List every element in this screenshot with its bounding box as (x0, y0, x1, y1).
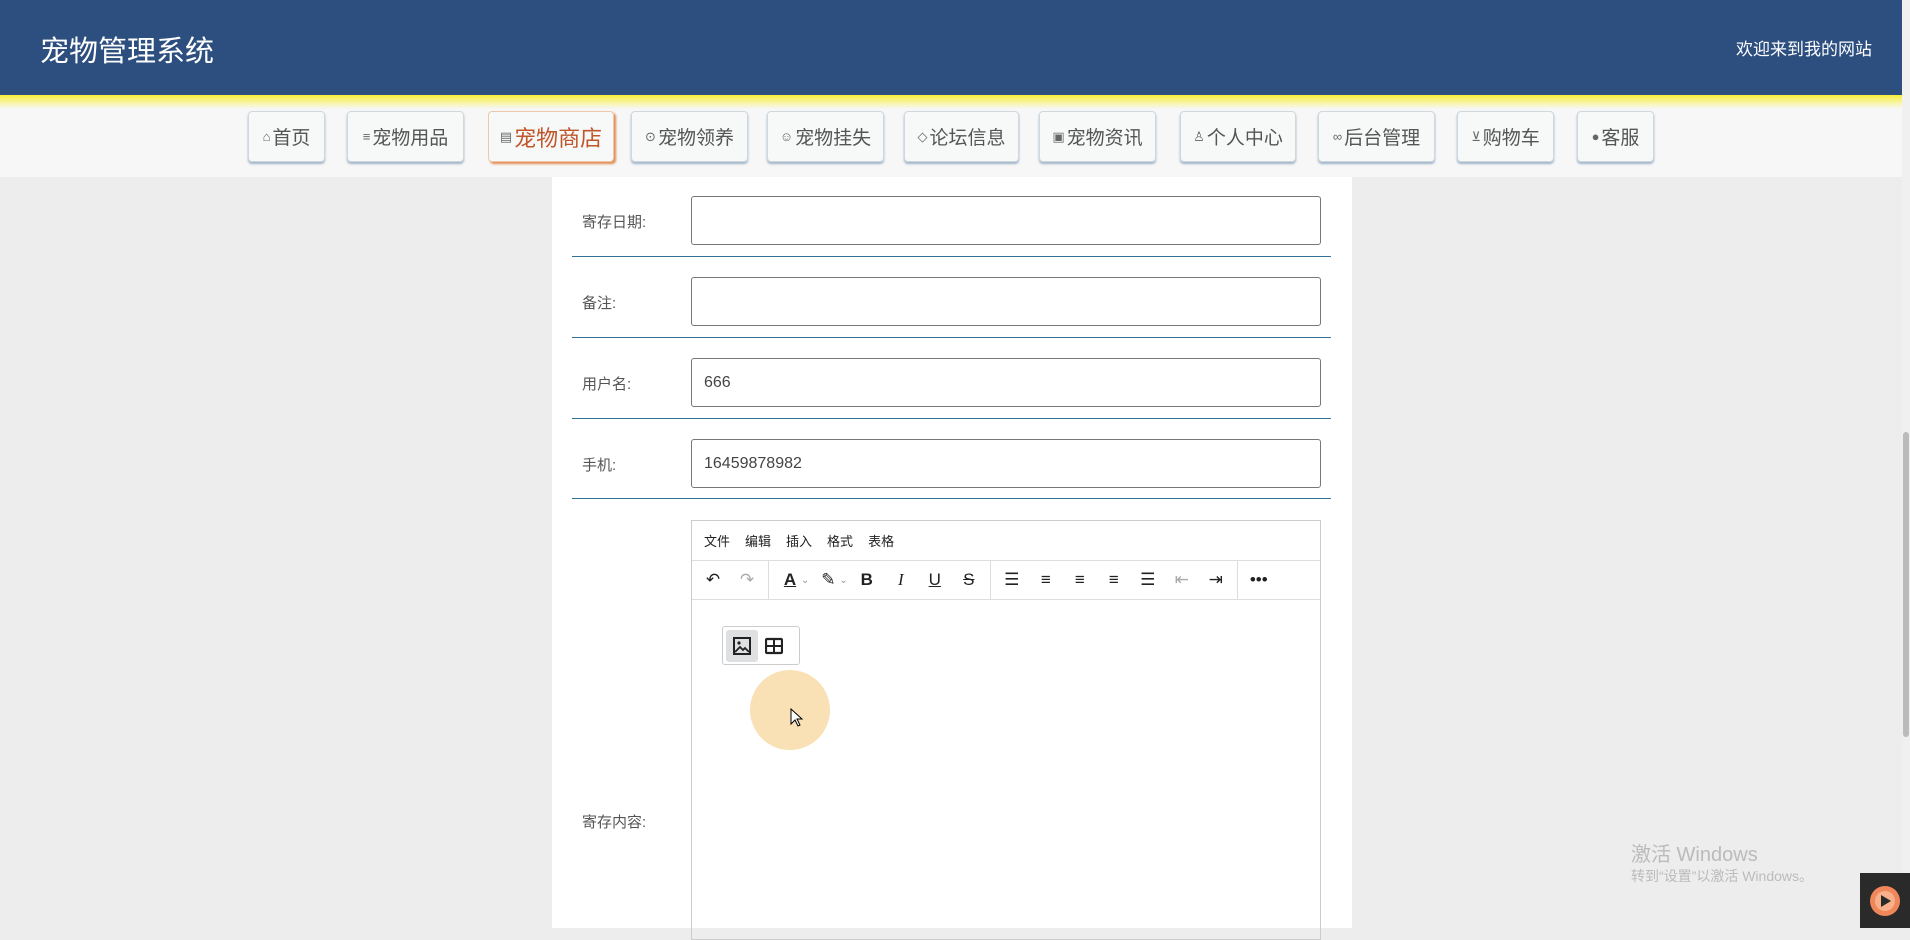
nav-label: 首页 (272, 128, 311, 149)
cart-icon: ⊻ (1471, 128, 1481, 144)
quick-insert-popup (722, 626, 800, 665)
scrollbar-thumb[interactable] (1903, 432, 1909, 737)
mouse-cursor-icon (790, 707, 804, 733)
editor-menubar: 文件 编辑 插入 格式 表格 (692, 521, 1320, 561)
line-height-icon[interactable]: ☰ (995, 565, 1029, 595)
bold-icon[interactable]: B (850, 565, 884, 595)
nav-label: 个人中心 (1206, 128, 1283, 149)
nav-label: 宠物商店 (514, 125, 603, 151)
phone-input[interactable]: 16459878982 (691, 439, 1321, 488)
welcome-text: 欢迎来到我的网站 (1736, 40, 1872, 59)
form-panel: 寄存日期: 备注: 用户名: 666 手机: 16459878982 寄存内容:… (552, 177, 1352, 940)
home-icon: ⌂ (262, 129, 271, 144)
note-input[interactable] (691, 277, 1321, 326)
nav-personal-center[interactable]: ♙ 个人中心 (1180, 111, 1296, 162)
shop-icon: ▤ (499, 128, 513, 144)
indent-icon[interactable]: ⇥ (1199, 565, 1233, 595)
username-label: 用户名: (582, 376, 632, 393)
align-left-icon[interactable]: ≡ (1029, 565, 1063, 595)
nav-pet-shop[interactable]: ▤ 宠物商店 (488, 111, 614, 162)
italic-icon[interactable]: I (884, 565, 918, 595)
menu-insert[interactable]: 插入 (786, 531, 812, 550)
nav-label: 后台管理 (1344, 128, 1421, 149)
nav-label: 购物车 (1482, 128, 1540, 149)
menu-format[interactable]: 格式 (827, 531, 853, 550)
chat-icon: ● (1591, 129, 1600, 144)
menu-file[interactable]: 文件 (704, 531, 730, 550)
link-icon: ∞ (1332, 129, 1343, 144)
sliders-icon: ≡ (362, 129, 371, 144)
recorder-app-icon[interactable] (1860, 873, 1910, 928)
content-label: 寄存内容: (582, 814, 647, 831)
undo-icon[interactable]: ↶ (696, 565, 730, 595)
nav-cart[interactable]: ⊻ 购物车 (1457, 111, 1554, 162)
page-scrollbar[interactable] (1902, 0, 1910, 928)
header-accent-strip (0, 95, 1910, 109)
nav-label: 宠物领养 (657, 128, 734, 149)
nav-label: 客服 (1601, 128, 1640, 149)
nav-label: 宠物用品 (372, 128, 449, 149)
outdent-icon[interactable]: ⇤ (1165, 565, 1199, 595)
news-icon: ▣ (1052, 128, 1065, 144)
nav-label: 论坛信息 (929, 128, 1006, 149)
date-input[interactable] (691, 196, 1321, 245)
menu-table[interactable]: 表格 (868, 531, 894, 550)
align-center-icon[interactable]: ≡ (1063, 565, 1097, 595)
chevron-down-icon[interactable]: ⌄ (839, 575, 847, 586)
menu-edit[interactable]: 编辑 (745, 531, 771, 550)
underline-icon[interactable]: U (918, 565, 952, 595)
activation-watermark-text: 转到“设置”以激活 Windows。 (1631, 868, 1814, 884)
nav-admin[interactable]: ∞ 后台管理 (1318, 111, 1435, 162)
username-input[interactable]: 666 (691, 358, 1321, 407)
align-right-icon[interactable]: ≡ (1097, 565, 1131, 595)
nav-bar: ⌂ 首页 ≡ 宠物用品 ▤ 宠物商店 ⊙ 宠物领养 ☺ 宠物挂失 ◇ 论坛信息 ▣ 宠物资讯 … (0, 109, 1910, 177)
editor-toolbar: ↶ ↷ A ⌄ ✎ ⌄ B I U S ☰ ≡ ≡ ≡ ☰ ⇤ ⇥ ••• (692, 561, 1320, 600)
image-icon[interactable] (726, 629, 758, 662)
nav-forum[interactable]: ◇ 论坛信息 (904, 111, 1019, 162)
activation-watermark-title: 激活 Windows (1631, 844, 1758, 866)
box-icon: ⊙ (645, 128, 656, 144)
chevron-down-icon[interactable]: ⌄ (801, 575, 809, 586)
site-title: 宠物管理系统 (40, 36, 215, 68)
date-label: 寄存日期: (582, 214, 647, 231)
user-icon: ♙ (1193, 128, 1205, 144)
phone-label: 手机: (582, 457, 617, 474)
nav-label: 宠物资讯 (1066, 128, 1143, 149)
nav-pet-lost[interactable]: ☺ 宠物挂失 (767, 111, 884, 162)
face-icon: ☺ (779, 129, 794, 144)
strikethrough-icon[interactable]: S (952, 565, 986, 595)
more-icon[interactable]: ••• (1242, 565, 1276, 595)
table-icon[interactable] (758, 630, 790, 662)
note-label: 备注: (582, 295, 617, 312)
divider (572, 337, 1331, 338)
nav-label: 宠物挂失 (795, 128, 872, 149)
divider (572, 498, 1331, 499)
tag-icon: ◇ (917, 128, 928, 144)
divider (572, 256, 1331, 257)
nav-pet-supplies[interactable]: ≡ 宠物用品 (347, 111, 464, 162)
nav-home[interactable]: ⌂ 首页 (248, 111, 325, 162)
redo-icon[interactable]: ↷ (730, 565, 764, 595)
header: 宠物管理系统 欢迎来到我的网站 (0, 0, 1910, 95)
nav-pet-news[interactable]: ▣ 宠物资讯 (1039, 111, 1156, 162)
nav-customer-service[interactable]: ● 客服 (1577, 111, 1654, 162)
align-justify-icon[interactable]: ☰ (1131, 565, 1165, 595)
nav-pet-adoption[interactable]: ⊙ 宠物领养 (631, 111, 748, 162)
divider (572, 418, 1331, 419)
